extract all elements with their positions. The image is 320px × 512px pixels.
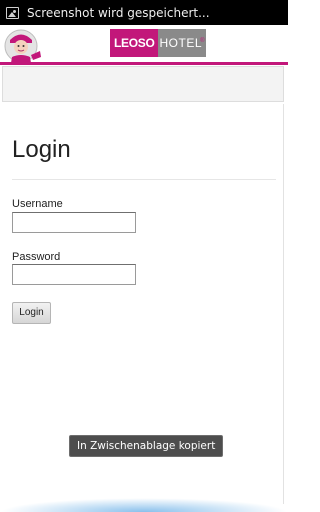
image-icon [6,6,19,19]
mascot-logo-icon[interactable] [4,27,44,65]
navigation-bar[interactable] [2,66,284,102]
password-label: Password [12,251,61,263]
leoso-hotel-logo[interactable]: LEOSO HOTEL ® [110,29,207,57]
title-divider [12,179,276,180]
username-input[interactable] [12,212,136,233]
site-header: LEOSO HOTEL ® [0,25,288,65]
status-notification-text: Screenshot wird gespeichert... [27,5,210,20]
password-input[interactable] [12,264,136,285]
logo-hotel-text: HOTEL ® [157,29,207,57]
username-label: Username [12,198,63,210]
content-border [283,104,284,504]
header-accent-line [0,62,288,65]
toast-message: In Zwischenablage kopiert [69,435,224,457]
page-title: Login [12,136,71,163]
login-button[interactable]: Login [12,302,51,324]
overscroll-glow [0,498,288,512]
status-bar: Screenshot wird gespeichert... [0,0,288,25]
registered-mark: ® [200,38,206,44]
logo-leoso-text: LEOSO [110,29,158,57]
